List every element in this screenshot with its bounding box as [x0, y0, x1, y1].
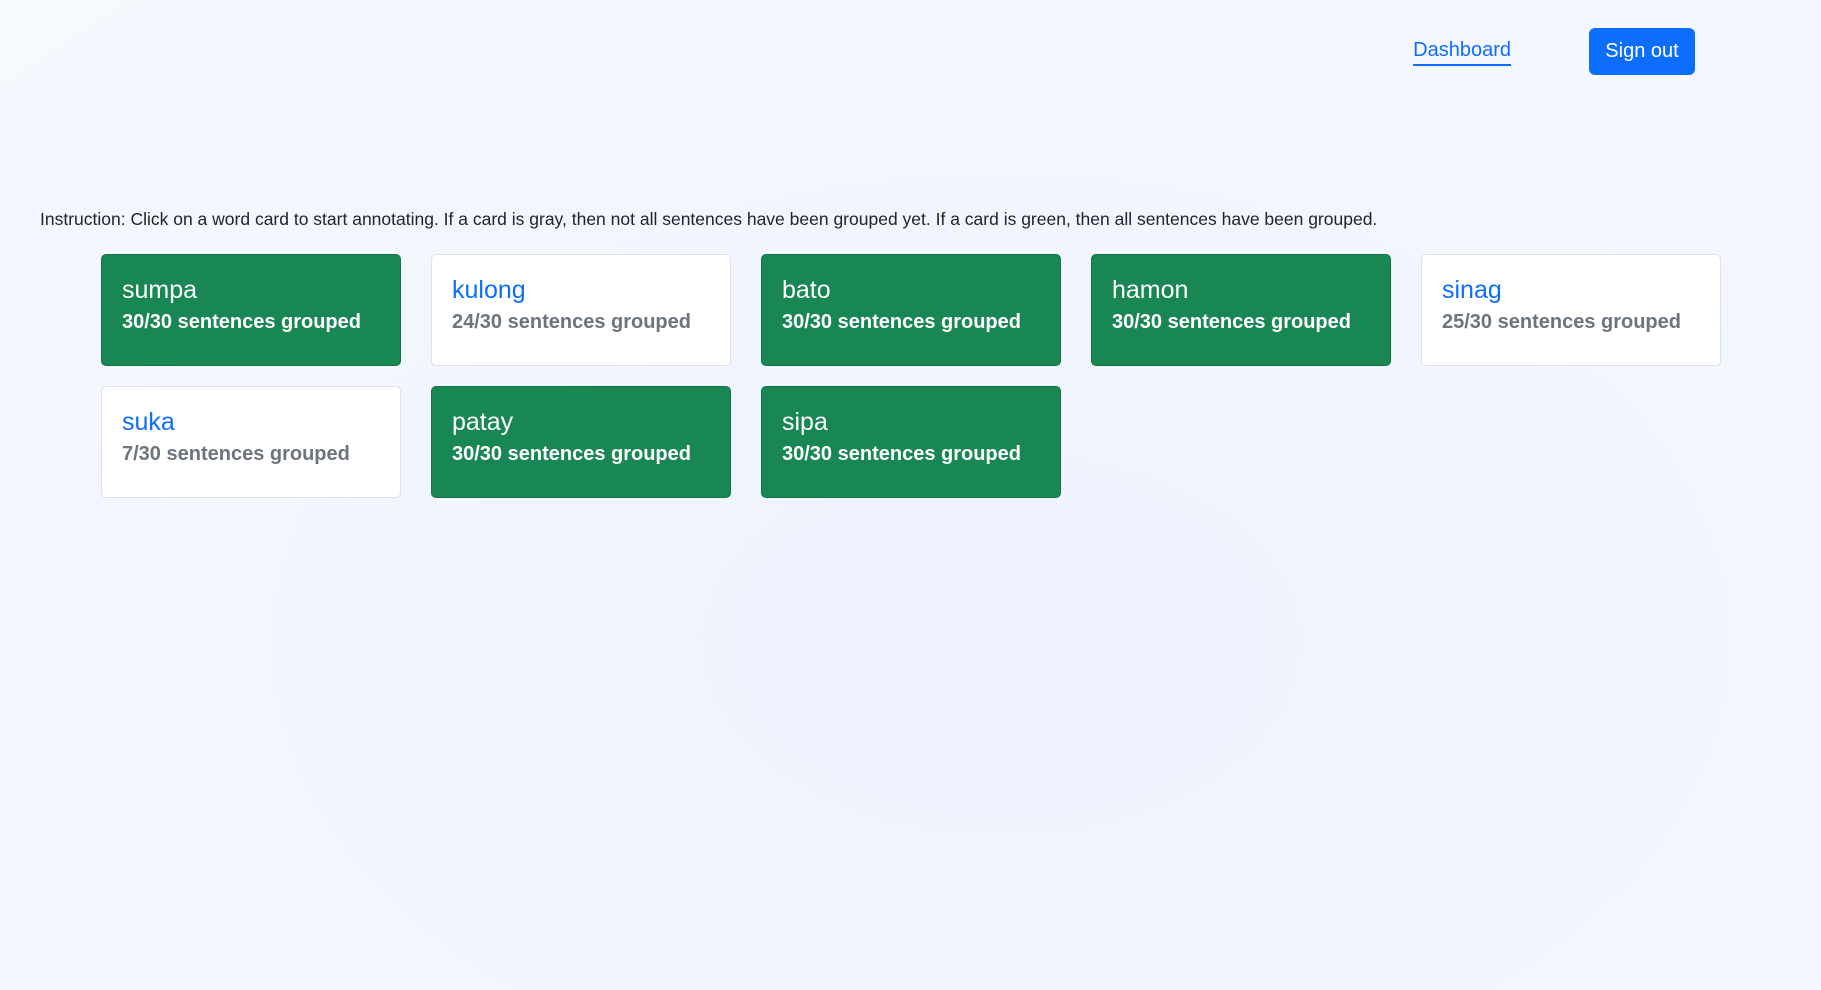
word-card-title: kulong	[452, 276, 526, 304]
word-card-progress: 30/30 sentences grouped	[452, 443, 691, 465]
word-card-progress: 30/30 sentences grouped	[122, 311, 361, 333]
word-card[interactable]: suka 7/30 sentences grouped	[101, 386, 401, 498]
word-card-grid: sumpa 30/30 sentences grouped kulong 24/…	[101, 254, 1751, 498]
word-card-title: hamon	[1112, 276, 1189, 304]
word-card-progress: 30/30 sentences grouped	[782, 311, 1021, 333]
word-card-progress: 25/30 sentences grouped	[1442, 311, 1681, 333]
word-card-title: sinag	[1442, 276, 1502, 304]
word-card-title: sipa	[782, 408, 828, 436]
word-card-title: sumpa	[122, 276, 198, 304]
word-card[interactable]: hamon 30/30 sentences grouped	[1091, 254, 1391, 366]
word-card[interactable]: sinag 25/30 sentences grouped	[1421, 254, 1721, 366]
word-card-title: bato	[782, 276, 831, 304]
word-card[interactable]: sipa 30/30 sentences grouped	[761, 386, 1061, 498]
word-card-progress: 30/30 sentences grouped	[1112, 311, 1351, 333]
word-card[interactable]: kulong 24/30 sentences grouped	[431, 254, 731, 366]
word-card[interactable]: patay 30/30 sentences grouped	[431, 386, 731, 498]
word-card-progress: 24/30 sentences grouped	[452, 311, 691, 333]
word-card-title: patay	[452, 408, 514, 436]
word-card[interactable]: bato 30/30 sentences grouped	[761, 254, 1061, 366]
dashboard-link[interactable]: Dashboard	[1413, 38, 1511, 66]
sign-out-button[interactable]: Sign out	[1589, 28, 1695, 75]
word-card[interactable]: sumpa 30/30 sentences grouped	[101, 254, 401, 366]
word-card-progress: 30/30 sentences grouped	[782, 443, 1021, 465]
top-nav: Dashboard Sign out	[1413, 28, 1695, 75]
instruction-text: Instruction: Click on a word card to sta…	[40, 209, 1378, 229]
word-card-progress: 7/30 sentences grouped	[122, 443, 350, 465]
word-card-title: suka	[122, 408, 175, 436]
